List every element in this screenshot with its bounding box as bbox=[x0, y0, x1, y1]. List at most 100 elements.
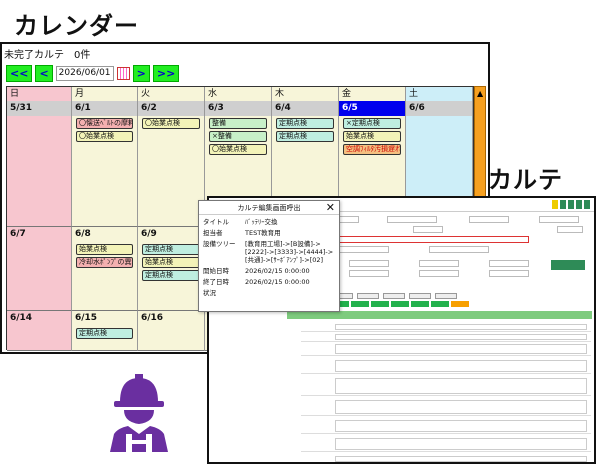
karte-field[interactable] bbox=[419, 260, 459, 267]
karte-main-form bbox=[301, 324, 591, 462]
close-icon[interactable]: ✕ bbox=[326, 201, 335, 214]
karte-heading: カルテ bbox=[488, 166, 563, 194]
popup-row-label: 開始日時 bbox=[203, 267, 229, 275]
karte-textarea[interactable] bbox=[335, 360, 587, 372]
karte-field[interactable] bbox=[469, 216, 509, 223]
incomplete-karte-count: 未完了カルテ 0件 bbox=[4, 50, 91, 61]
calendar-day-cell[interactable]: 6/9 定期点検 始業点検 定期点検 bbox=[138, 227, 205, 311]
next-button[interactable]: > bbox=[132, 64, 150, 82]
calendar-event[interactable]: ×定期点検 bbox=[343, 118, 401, 129]
karte-form-row bbox=[301, 344, 591, 356]
calendar-event[interactable]: 定期点検 bbox=[142, 270, 200, 281]
karte-field[interactable] bbox=[349, 270, 389, 277]
popup-row: 設備ツリー [教育用工場]->[B設備]->[2222]->[3333]->[44… bbox=[199, 240, 339, 264]
scroll-up-icon[interactable]: ▲ bbox=[477, 89, 483, 98]
karte-field[interactable] bbox=[489, 270, 529, 277]
date-input[interactable]: 2026/06/01 bbox=[55, 65, 114, 81]
calendar-event[interactable]: 〇始業点検 bbox=[209, 144, 267, 155]
calendar-heading: カレンダー bbox=[14, 12, 139, 40]
karte-toolbar-button[interactable] bbox=[584, 200, 590, 209]
calendar-day-cell[interactable]: 6/14 bbox=[7, 311, 72, 351]
calendar-event[interactable]: 定期点検 bbox=[76, 328, 133, 339]
karte-textarea[interactable] bbox=[335, 420, 587, 432]
calendar-day-cell[interactable]: 6/7 bbox=[7, 227, 72, 311]
calendar-event[interactable]: 整備 bbox=[209, 118, 267, 129]
karte-small-button[interactable] bbox=[357, 293, 379, 299]
karte-section-tab[interactable] bbox=[411, 301, 429, 307]
karte-section-bar[interactable] bbox=[287, 311, 592, 319]
calendar-event[interactable]: 始業点検 bbox=[142, 257, 200, 268]
calendar-day-cell[interactable]: 6/1 〇懐送ﾍﾞﾙﾄの摩耗 〇始業点検 bbox=[72, 101, 138, 227]
popup-row: タイトル ﾊﾞｯﾃﾘｰ交換 bbox=[199, 218, 339, 226]
calendar-event[interactable]: 始業点検 bbox=[343, 131, 401, 142]
karte-field[interactable] bbox=[429, 246, 489, 253]
karte-small-button[interactable] bbox=[409, 293, 431, 299]
calendar-day-cell[interactable]: 6/15 定期点検 bbox=[72, 311, 138, 351]
popup-row: 終了日時 2026/02/15 0:00:00 bbox=[199, 278, 339, 286]
karte-toolbar-button[interactable] bbox=[576, 200, 582, 209]
karte-section-tab[interactable] bbox=[391, 301, 409, 307]
karte-field[interactable] bbox=[413, 226, 443, 233]
calendar-event[interactable]: 定期点検 bbox=[276, 118, 334, 129]
weekday-header: 木 bbox=[272, 87, 339, 101]
karte-field[interactable] bbox=[539, 216, 579, 223]
day-number: 6/4 bbox=[272, 101, 338, 116]
weekday-header: 土 bbox=[406, 87, 473, 101]
calendar-event[interactable]: 〇懐送ﾍﾞﾙﾄの摩耗 bbox=[76, 118, 133, 129]
karte-title-field[interactable] bbox=[329, 236, 529, 243]
weekday-header: 月 bbox=[72, 87, 138, 101]
karte-small-button[interactable] bbox=[435, 293, 457, 299]
karte-input[interactable] bbox=[335, 456, 587, 462]
calendar-icon[interactable] bbox=[116, 66, 130, 80]
last-button[interactable]: >> bbox=[152, 64, 180, 82]
karte-input[interactable] bbox=[335, 334, 587, 340]
karte-form-row bbox=[301, 400, 591, 416]
calendar-event[interactable]: ×整備 bbox=[209, 131, 267, 142]
karte-section-tab[interactable] bbox=[351, 301, 369, 307]
calendar-event[interactable]: 〇始業点検 bbox=[76, 131, 133, 142]
day-number: 6/3 bbox=[205, 101, 271, 116]
day-number: 6/1 bbox=[72, 101, 137, 116]
calendar-event[interactable]: 〇始業点検 bbox=[142, 118, 200, 129]
first-button[interactable]: << bbox=[6, 64, 33, 82]
karte-textarea[interactable] bbox=[335, 438, 587, 450]
calendar-event[interactable]: 冷却水ﾎﾟﾝﾌﾟの異音 bbox=[76, 257, 133, 268]
karte-small-button[interactable] bbox=[383, 293, 405, 299]
day-number: 6/5 bbox=[339, 101, 405, 116]
karte-field[interactable] bbox=[349, 260, 389, 267]
popup-row: 開始日時 2026/02/15 0:00:00 bbox=[199, 267, 339, 275]
karte-textarea[interactable] bbox=[335, 400, 587, 414]
karte-form-row bbox=[301, 438, 591, 452]
karte-input[interactable] bbox=[335, 324, 587, 330]
day-number: 6/15 bbox=[75, 313, 98, 323]
popup-row-value: ﾊﾞｯﾃﾘｰ交換 bbox=[245, 218, 278, 226]
calendar-event[interactable]: 空調ﾌｨﾙﾀ汚損遅れ bbox=[343, 144, 401, 155]
karte-textarea[interactable] bbox=[335, 344, 587, 354]
calendar-event[interactable]: 始業点検 bbox=[76, 244, 133, 255]
calendar-day-cell[interactable]: 6/16 bbox=[138, 311, 205, 351]
calendar-day-cell[interactable]: 5/31 bbox=[7, 101, 72, 227]
karte-field[interactable] bbox=[387, 216, 437, 223]
karte-field[interactable] bbox=[557, 226, 583, 233]
day-number: 6/14 bbox=[10, 313, 33, 323]
karte-toolbar-button[interactable] bbox=[568, 200, 574, 209]
karte-textarea[interactable] bbox=[335, 378, 587, 394]
weekday-header: 水 bbox=[205, 87, 272, 101]
karte-section-tab[interactable] bbox=[371, 301, 389, 307]
worker-hardhat-icon bbox=[110, 374, 168, 452]
calendar-event[interactable]: 定期点検 bbox=[142, 244, 200, 255]
karte-field[interactable] bbox=[419, 270, 459, 277]
popup-row-label: 状況 bbox=[203, 289, 216, 297]
karte-section-tab[interactable] bbox=[451, 301, 469, 307]
karte-toolbar-button[interactable] bbox=[552, 200, 558, 209]
calendar-day-cell[interactable]: 6/8 始業点検 冷却水ﾎﾟﾝﾌﾟの異音 bbox=[72, 227, 138, 311]
karte-action-button[interactable] bbox=[551, 260, 585, 270]
karte-section-tab[interactable] bbox=[431, 301, 449, 307]
popup-row-value: 2026/02/15 0:00:00 bbox=[245, 267, 310, 275]
prev-button[interactable]: < bbox=[35, 64, 53, 82]
karte-field[interactable] bbox=[489, 260, 529, 267]
calendar-day-cell[interactable]: 6/2 〇始業点検 bbox=[138, 101, 205, 227]
calendar-event[interactable]: 定期点検 bbox=[276, 131, 334, 142]
karte-toolbar-button[interactable] bbox=[560, 200, 566, 209]
popup-row-label: 設備ツリー bbox=[203, 240, 236, 248]
